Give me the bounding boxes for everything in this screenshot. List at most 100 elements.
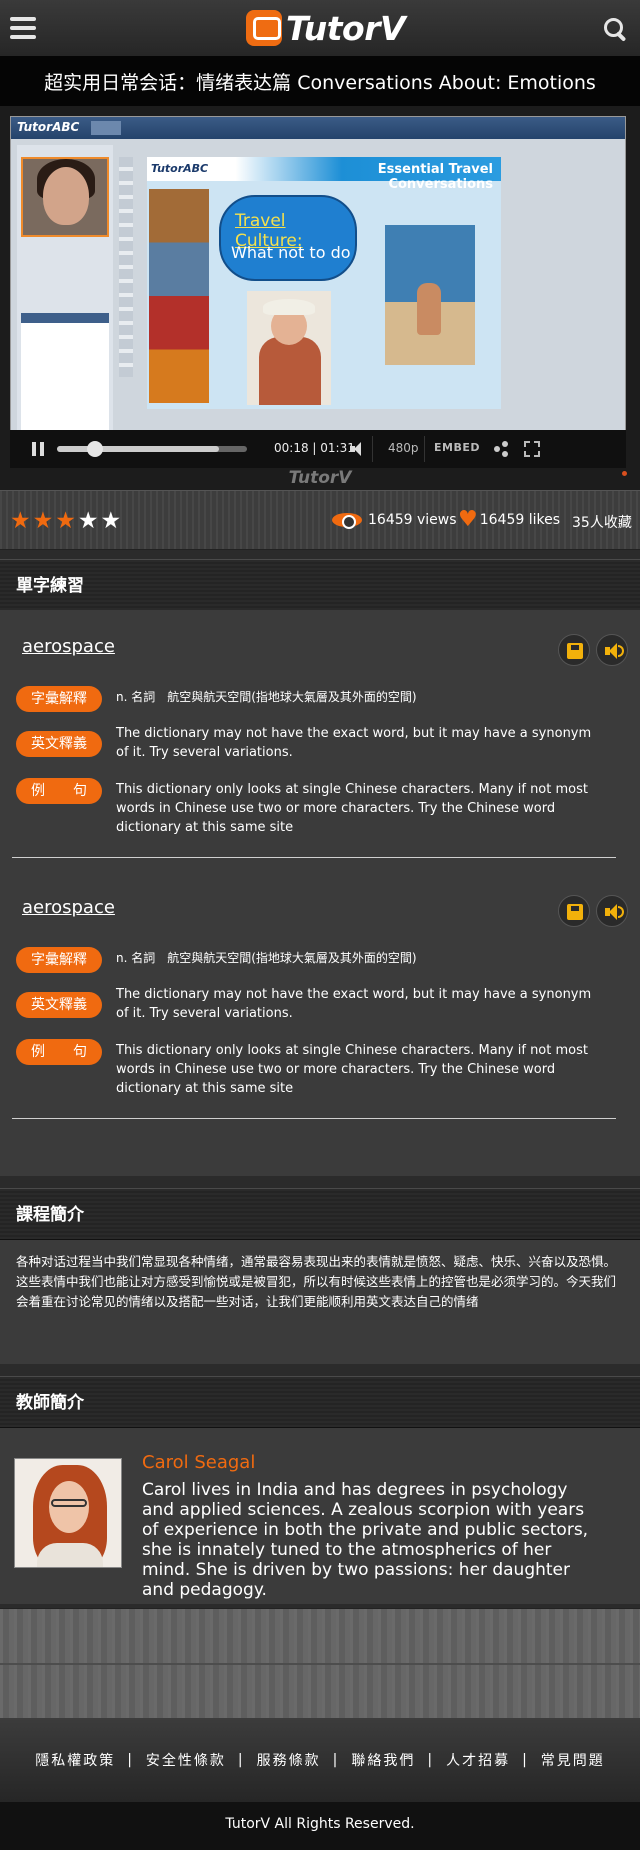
save-icon[interactable] [558, 895, 590, 927]
teacher-section-header: 教師簡介 [0, 1376, 640, 1428]
video-time: 00:18 | 01:31 [274, 441, 355, 455]
whiteboard-toolbar [119, 157, 133, 377]
logo-text: TutorV [286, 8, 406, 48]
english-label: 英文釋義 [16, 731, 102, 757]
vocab-divider [12, 857, 616, 858]
definition-label: 字彙解釋 [16, 947, 102, 973]
footer-separator: | [332, 1752, 340, 1768]
fullscreen-icon[interactable] [524, 441, 540, 457]
definition-label: 字彙解釋 [16, 686, 102, 712]
video-app-brand: TutorABC [17, 120, 80, 134]
footer-link[interactable]: 聯絡我們 [351, 1750, 415, 1770]
video-indicator-dot [622, 471, 627, 476]
page-title: 超实用日常会话：情绪表达篇 Conversations About: Emoti… [0, 56, 640, 106]
tutorv-logo[interactable]: TutorV [246, 7, 406, 49]
footer-separator: | [127, 1752, 134, 1768]
video-app-tab [91, 121, 121, 135]
logo-mark-icon [246, 10, 282, 46]
video-controls: 00:18 | 01:31 480p EMBED [10, 430, 626, 468]
footer-link[interactable]: 人才招募 [446, 1750, 510, 1770]
search-icon[interactable] [604, 18, 628, 42]
video-progress-bar[interactable] [57, 441, 247, 457]
top-header: TutorV [0, 0, 640, 56]
slide-tourist-photo [247, 291, 331, 405]
english-text: The dictionary may not have the exact wo… [116, 987, 592, 1021]
video-left-panel [17, 145, 113, 465]
pause-icon[interactable] [32, 442, 44, 456]
example-text: This dictionary only looks at single Chi… [116, 782, 588, 835]
views-text: 16459 views [368, 512, 457, 528]
slide-beach-photo [385, 225, 475, 365]
course-description: 各种对话过程当中我们常显现各种情绪，通常最容易表现出来的表情就是愤怒、疑虑、快乐… [0, 1240, 640, 1364]
vocab-word[interactable]: aerospace [22, 897, 115, 918]
definition-text: n. 名詞 航空與航天空間(指地球大氣層及其外面的空間) [116, 951, 417, 965]
sound-wave [618, 645, 624, 657]
slide-title: Essential Travel Conversations [377, 162, 493, 192]
definition-text: n. 名詞 航空與航天空間(指地球大氣層及其外面的空間) [116, 690, 417, 704]
heart-icon: ♥ [458, 507, 478, 532]
quality-selector[interactable]: 480p [388, 441, 419, 455]
star-empty-icon[interactable]: ★ [78, 509, 99, 533]
video-player: TutorABC TutorABC Essential Travel Conve… [0, 106, 640, 490]
speaker-icon[interactable] [596, 895, 628, 927]
stats-bar: ★ ★ ★ ★ ★ 16459 views ♥ 16459 likes 35人收藏 [0, 490, 640, 550]
sound-wave [618, 906, 624, 918]
beach-person [417, 283, 441, 335]
example-label: 例 句 [16, 1039, 102, 1065]
avatar-face [49, 1481, 89, 1533]
star-filled-icon[interactable]: ★ [33, 509, 54, 533]
vocab-divider [12, 1118, 616, 1119]
star-filled-icon[interactable]: ★ [55, 509, 76, 533]
decorative-wood-panel [0, 1608, 640, 1718]
teacher-profile: Carol Seagal Carol lives in India and ha… [0, 1428, 640, 1604]
vocab-list: aerospace 字彙解釋 n. 名詞 航空與航天空間(指地球大氣層及其外面的… [0, 610, 640, 1176]
star-filled-icon[interactable]: ★ [10, 509, 31, 533]
slide-header: TutorABC Essential Travel Conversations [147, 157, 501, 192]
vocab-card: aerospace 字彙解釋 n. 名詞 航空與航天空間(指地球大氣層及其外面的… [0, 871, 640, 1131]
view-count: 16459 views [332, 511, 457, 529]
video-app-topbar: TutorABC [11, 117, 625, 139]
embed-button[interactable]: EMBED [434, 441, 480, 454]
lesson-slide: TutorABC Essential Travel Conversations … [147, 157, 501, 409]
speaker-icon[interactable] [596, 634, 628, 666]
avatar-shirt [37, 1543, 103, 1567]
eye-icon [332, 511, 362, 529]
tourist-body [259, 337, 321, 405]
webcam-face [43, 167, 89, 225]
star-empty-icon[interactable]: ★ [101, 509, 122, 533]
copyright: TutorV All Rights Reserved. [225, 1816, 415, 1832]
vocab-word[interactable]: aerospace [22, 636, 115, 657]
hamburger-menu-icon[interactable] [10, 17, 36, 39]
teacher-avatar [14, 1458, 122, 1568]
share-node [502, 451, 508, 457]
footer: 隱私權政策 | 安全性條款 | 服務條款 | 聯絡我們 | 人才招募 | 常見問題 TutorV A… [0, 1718, 640, 1850]
favorites-count[interactable]: 35人收藏 [572, 512, 632, 532]
footer-link[interactable]: 常見問題 [541, 1750, 605, 1770]
english-label: 英文釋義 [16, 992, 102, 1018]
likes-text: 16459 likes [479, 512, 561, 528]
video-frame[interactable]: TutorABC TutorABC Essential Travel Conve… [10, 116, 626, 468]
avatar-glasses [51, 1499, 87, 1507]
like-button[interactable]: ♥ 16459 likes [458, 507, 561, 532]
footer-link[interactable]: 安全性條款 [146, 1750, 226, 1770]
video-watermark: TutorV [288, 468, 352, 488]
teacher-name: Carol Seagal [142, 1452, 256, 1473]
star-rating[interactable]: ★ ★ ★ ★ ★ [10, 509, 121, 533]
slide-photo-strip [149, 189, 209, 403]
save-icon[interactable] [558, 634, 590, 666]
footer-link[interactable]: 服務條款 [257, 1750, 321, 1770]
tourist-hat [263, 299, 315, 315]
video-scrubber-handle[interactable] [87, 441, 103, 457]
course-section-header: 課程簡介 [0, 1188, 640, 1240]
slide-speech-bubble: Travel Culture: What not to do [219, 195, 357, 281]
footer-separator: | [237, 1752, 245, 1768]
teacher-bio: Carol lives in India and has degrees in … [142, 1480, 589, 1600]
footer-link[interactable]: 隱私權政策 [35, 1750, 115, 1770]
share-icon[interactable] [494, 441, 510, 457]
english-text: The dictionary may not have the exact wo… [116, 726, 592, 760]
volume-icon[interactable] [350, 442, 366, 456]
video-buffered [57, 446, 219, 452]
slide-brand: TutorABC [151, 162, 209, 175]
control-divider [424, 436, 425, 462]
control-divider [372, 436, 373, 462]
